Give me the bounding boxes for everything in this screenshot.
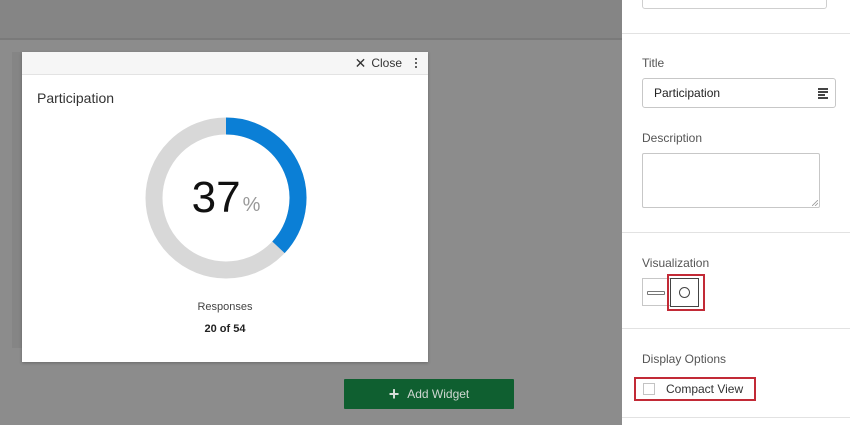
close-icon: ✕ [354,55,367,71]
percent-unit: % [242,193,261,216]
title-input[interactable] [642,78,836,108]
progress-bar-icon [647,291,665,295]
donut-center-value: 37 % [142,114,310,282]
divider [622,232,850,233]
resize-grip-icon[interactable] [812,200,818,206]
participation-widget: ✕ Close Participation 37 % Responses 20 … [22,52,428,362]
close-button[interactable]: ✕ Close [355,55,402,71]
text-align-icon[interactable] [818,88,828,99]
close-label: Close [371,56,402,70]
add-widget-label: Add Widget [407,387,470,401]
description-input[interactable] [642,153,820,208]
more-options-icon[interactable] [412,55,420,71]
display-options-label: Display Options [642,352,727,366]
compact-view-checkbox[interactable] [643,383,655,395]
title-label: Title [642,56,665,70]
divider [622,417,850,418]
widget-toolbar: ✕ Close [22,52,428,75]
visualization-label: Visualization [642,256,710,270]
participation-percent: 37 [191,173,241,222]
widget-title: Participation [37,90,115,106]
widget-settings-panel: Title Description Visualization Display … [622,0,850,425]
compact-view-label: Compact View [666,382,744,396]
responses-count: 20 of 54 [204,323,246,335]
plus-icon: + [388,384,400,404]
divider [622,33,850,34]
divider [622,328,850,329]
top-field[interactable] [642,0,827,9]
dimmed-page-header [0,0,622,40]
visualization-highlight-box [667,274,705,311]
add-widget-button[interactable]: + Add Widget [344,379,514,409]
bar-visualization-button[interactable] [642,278,670,306]
description-label: Description [642,131,703,145]
responses-label: Responses [197,301,253,313]
dimmed-widget-edge [12,52,22,348]
compact-view-option[interactable]: Compact View [634,377,756,401]
